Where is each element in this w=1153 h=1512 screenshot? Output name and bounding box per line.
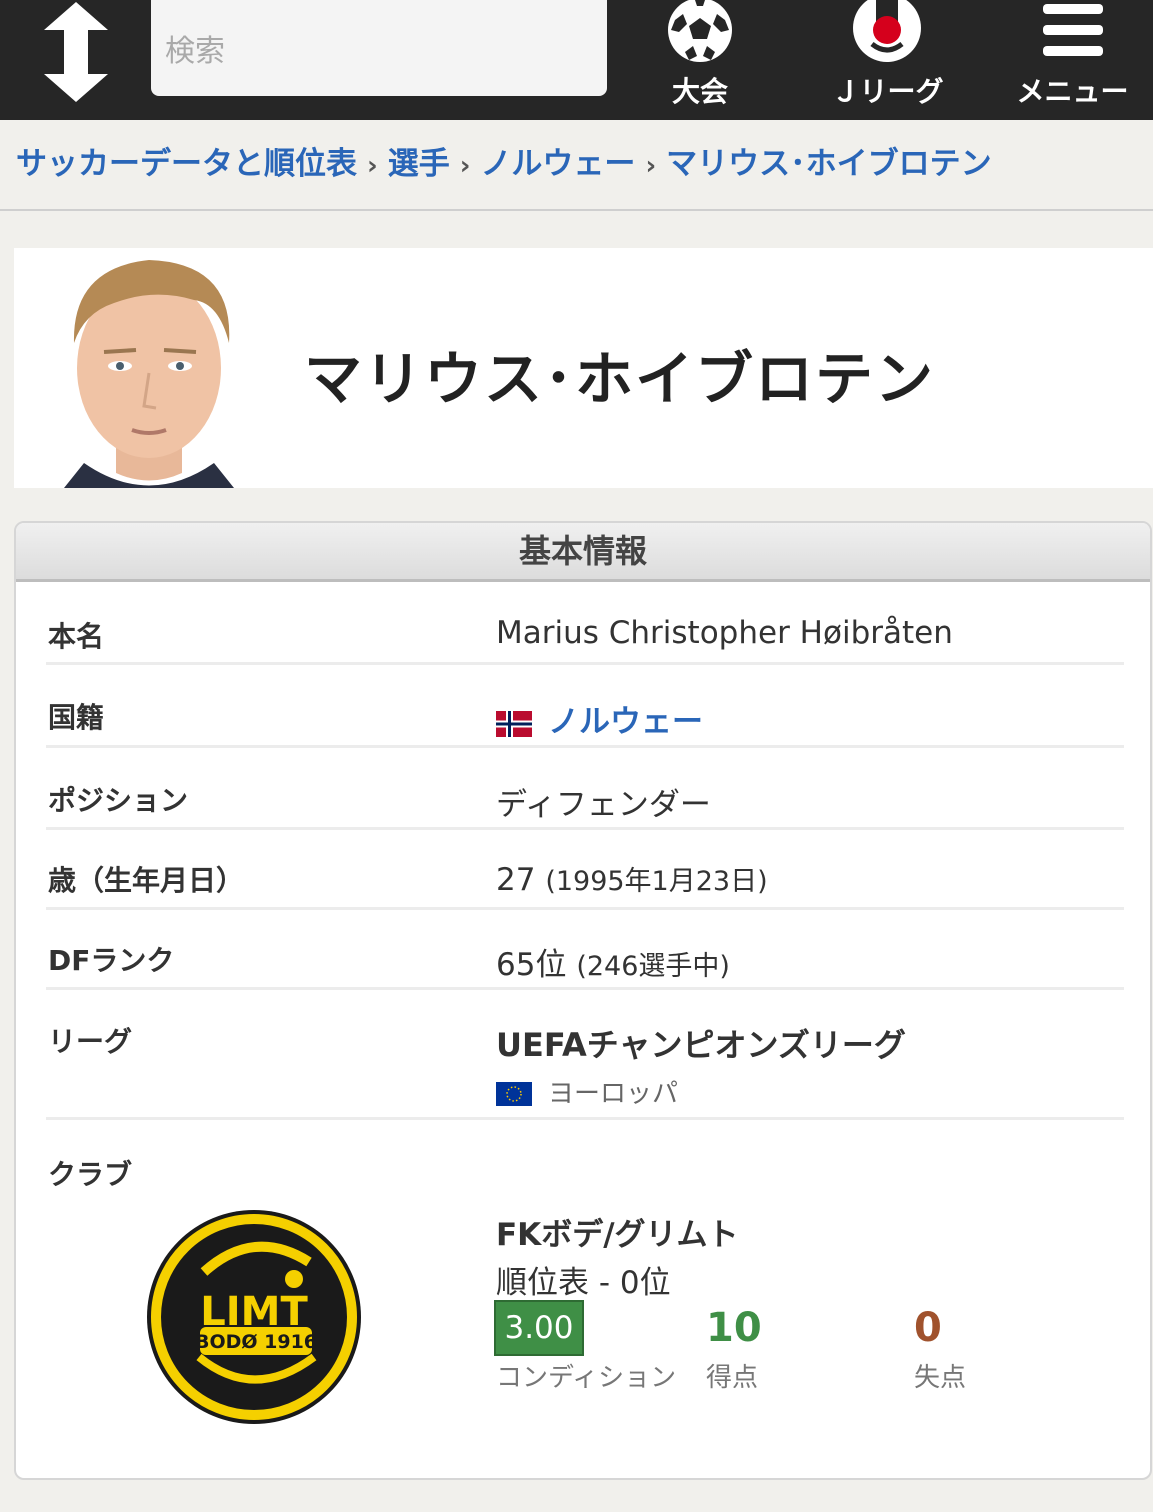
hamburger-menu-icon (1043, 4, 1103, 56)
club-link[interactable]: FKボデ/グリムト (496, 1209, 739, 1254)
goals-against-value: 0 (914, 1305, 942, 1351)
league-region-label: ヨーロッパ (548, 1079, 679, 1109)
search-input[interactable]: 検索 (151, 0, 607, 96)
position-label: ポジション (48, 784, 189, 817)
breadcrumb-separator: › (367, 151, 378, 181)
breadcrumb-item-country[interactable]: ノルウェー (480, 146, 635, 182)
condition-label: コンディション (496, 1363, 677, 1393)
basic-info-card: 基本情報 本名 Marius Christopher Høibråten 国籍 … (14, 521, 1152, 1480)
full-name-label: 本名 (48, 620, 105, 653)
row-df-rank: DFランク 65位 (246選手中) (46, 907, 1124, 990)
nav-tournament-button[interactable]: 大会 (650, 0, 750, 120)
goals-for-value: 10 (706, 1305, 762, 1351)
condition-badge: 3.00 (494, 1300, 584, 1356)
nav-jleague-label: Ｊリーグ (831, 75, 944, 108)
top-navigation-bar: 検索 大会 Ｊリーグ メニュー (0, 0, 1153, 120)
norway-flag-icon (496, 710, 532, 737)
rank-number: 65位 (496, 947, 567, 983)
nav-tournament-label: 大会 (671, 75, 728, 108)
breadcrumb-item-player[interactable]: マリウス･ホイブロテン (666, 146, 992, 182)
goals-against-label: 失点 (914, 1363, 967, 1393)
position-value: ディフェンダー (496, 787, 711, 823)
nationality-link[interactable]: ノルウェー (548, 704, 703, 740)
jleague-logo-icon (853, 0, 921, 62)
age-label: 歳（生年月日） (48, 864, 245, 897)
breadcrumb-item-players[interactable]: 選手 (388, 146, 450, 182)
player-name: マリウス･ホイブロテン (304, 345, 936, 413)
nav-menu-label: メニュー (1016, 75, 1129, 108)
df-rank-value: 65位 (246選手中) (496, 939, 730, 984)
league-label: リーグ (48, 1025, 133, 1058)
row-nationality: 国籍 ノルウェー (46, 662, 1124, 748)
soccer-ball-icon (668, 0, 732, 62)
sort-arrows-icon[interactable] (36, 0, 116, 104)
full-name-value: Marius Christopher Høibråten (496, 615, 953, 651)
breadcrumb-divider (0, 209, 1153, 211)
row-age: 歳（生年月日） 27 (1995年1月23日) (46, 827, 1124, 910)
age-number: 27 (496, 862, 536, 898)
age-value: 27 (1995年1月23日) (496, 859, 768, 898)
nationality-value: ノルウェー (496, 696, 703, 741)
league-region: ヨーロッパ (496, 1073, 678, 1110)
nationality-label: 国籍 (48, 701, 105, 734)
breadcrumb: サッカーデータと順位表 › 選手 › ノルウェー › マリウス･ホイブロテン (16, 138, 1146, 183)
eu-flag-icon (496, 1081, 532, 1106)
section-title: 基本情報 (16, 523, 1150, 582)
breadcrumb-separator: › (645, 151, 657, 181)
breadcrumb-item-home[interactable]: サッカーデータと順位表 (16, 146, 357, 182)
club-logo-text-bottom: BODØ 1916 (195, 1331, 317, 1353)
df-rank-label: DFランク (48, 944, 175, 977)
league-link[interactable]: UEFAチャンピオンズリーグ (496, 1020, 906, 1066)
goals-for-label: 得点 (706, 1363, 759, 1393)
breadcrumb-separator: › (459, 151, 471, 181)
row-position: ポジション ディフェンダー (46, 745, 1124, 830)
row-full-name: 本名 Marius Christopher Høibråten (46, 607, 1124, 665)
player-photo (44, 248, 254, 488)
player-profile-header: マリウス･ホイブロテン (14, 248, 1153, 488)
rank-note: (246選手中) (576, 951, 730, 982)
club-standing: 順位表 - 0位 (496, 1265, 671, 1301)
nav-jleague-button[interactable]: Ｊリーグ (815, 0, 960, 120)
club-label: クラブ (48, 1158, 133, 1191)
club-logo[interactable]: LIMT BODØ 1916 (144, 1207, 364, 1427)
row-league: リーグ UEFAチャンピオンズリーグ ヨーロッパ (46, 987, 1124, 1120)
birthdate: (1995年1月23日) (545, 866, 768, 897)
nav-menu-button[interactable]: メニュー (1005, 0, 1140, 120)
